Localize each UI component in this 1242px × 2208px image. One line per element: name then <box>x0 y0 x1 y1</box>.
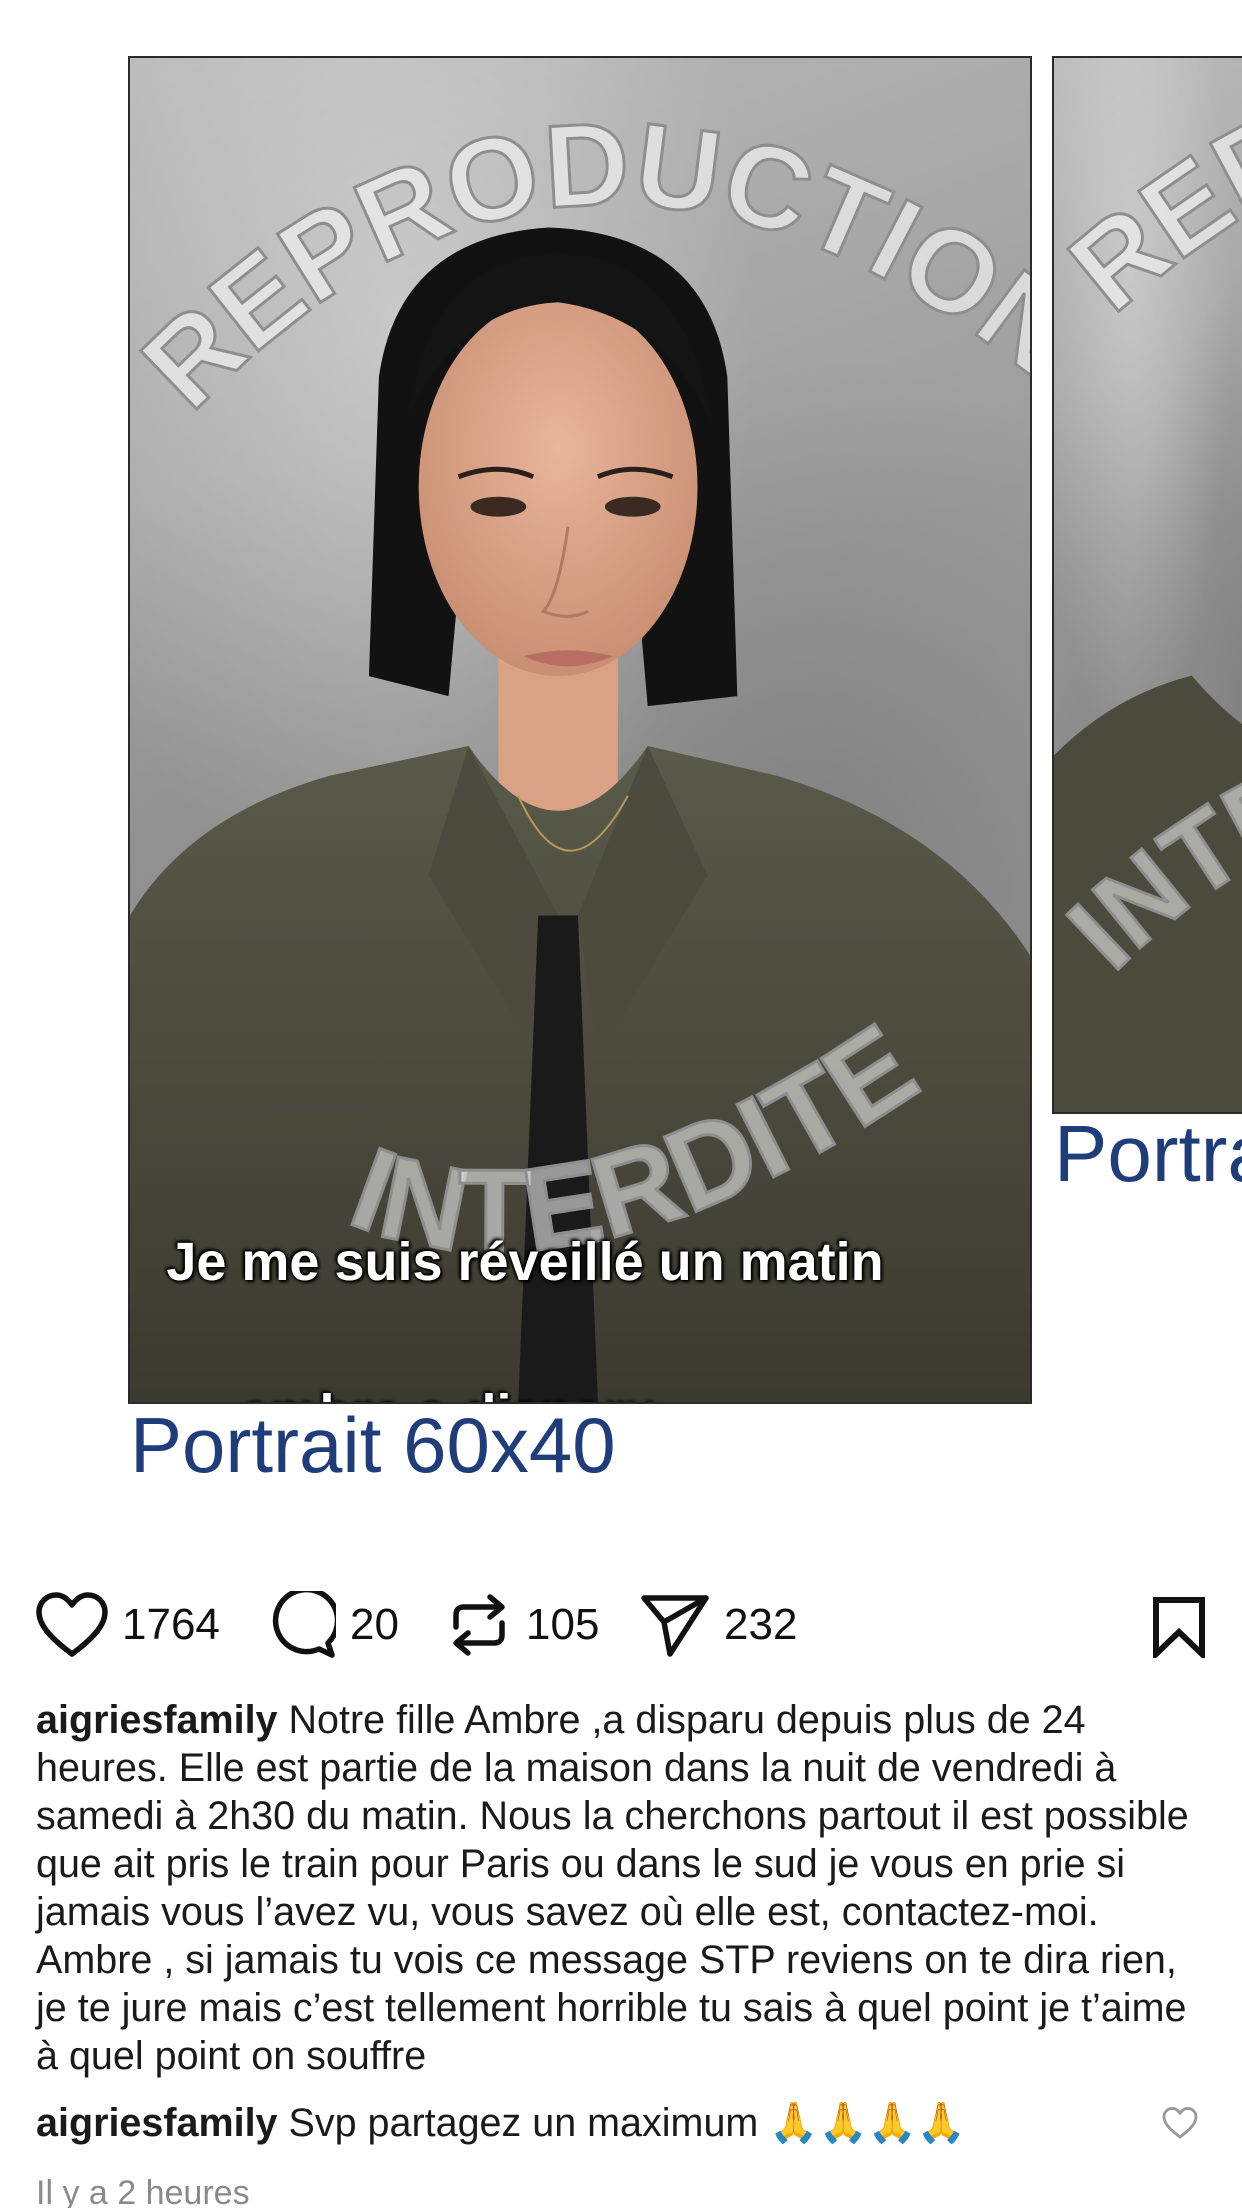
overlay-line-1: Je me suis réveillé un matin <box>166 1232 884 1292</box>
comment-button[interactable]: 20 <box>268 1590 399 1660</box>
share-button[interactable]: 232 <box>640 1590 797 1660</box>
bookmark-icon[interactable] <box>1152 1597 1206 1662</box>
watermark-top-2: REPRODUCTION <box>1054 58 1242 336</box>
comment-bubble-icon[interactable] <box>268 1591 336 1659</box>
share-count: 232 <box>724 1600 798 1649</box>
video-overlay-caption: Je me suis réveillé un matin ambre a dis… <box>130 1148 1030 1402</box>
send-icon[interactable] <box>640 1592 710 1658</box>
caption-text: Notre fille Ambre ,a disparu depuis plus… <box>36 1698 1189 2078</box>
comment-like-button[interactable] <box>1162 2107 1198 2144</box>
portrait-photo-2: REPRODUCTION INTERDITE <box>1052 56 1242 1114</box>
post-caption: aigriesfamily Notre fille Ambre ,a dispa… <box>36 1696 1211 2080</box>
action-bar: 1764 20 105 232 <box>36 1590 1206 1663</box>
post-timestamp: Il y a 2 heures <box>36 2174 250 2208</box>
repost-button[interactable]: 105 <box>446 1590 599 1660</box>
like-button[interactable]: 1764 <box>36 1590 220 1660</box>
comment-row: aigriesfamily Svp partagez un maximum 🙏🙏… <box>36 2099 1136 2147</box>
carousel-slide-2[interactable]: REPRODUCTION INTERDITE Portrait 60x40 <box>1052 0 1242 1500</box>
media-carousel[interactable]: REPRODUCTION INTERDITE Je me suis réveil… <box>0 0 1242 1520</box>
caption-username[interactable]: aigriesfamily <box>36 1698 278 1742</box>
comment-text: Svp partagez un maximum 🙏🙏🙏🙏 <box>288 2101 967 2145</box>
like-count: 1764 <box>122 1600 220 1649</box>
comment-username[interactable]: aigriesfamily <box>36 2101 278 2145</box>
post-feed: REPRODUCTION INTERDITE Je me suis réveil… <box>0 0 1242 2208</box>
repost-count: 105 <box>526 1600 600 1649</box>
heart-icon[interactable] <box>36 1592 108 1658</box>
format-label-2: Portrait 60x40 <box>1054 1109 1242 1198</box>
carousel-slide-1[interactable]: REPRODUCTION INTERDITE Je me suis réveil… <box>128 0 1032 1500</box>
small-heart-icon[interactable] <box>1162 2107 1198 2143</box>
portrait-illustration-2: REPRODUCTION INTERDITE <box>1054 58 1242 1112</box>
portrait-photo: REPRODUCTION INTERDITE Je me suis réveil… <box>128 56 1032 1404</box>
repost-icon[interactable] <box>446 1591 512 1659</box>
comment-count: 20 <box>350 1600 399 1649</box>
format-label: Portrait 60x40 <box>130 1401 616 1489</box>
save-button[interactable] <box>1152 1596 1206 1663</box>
